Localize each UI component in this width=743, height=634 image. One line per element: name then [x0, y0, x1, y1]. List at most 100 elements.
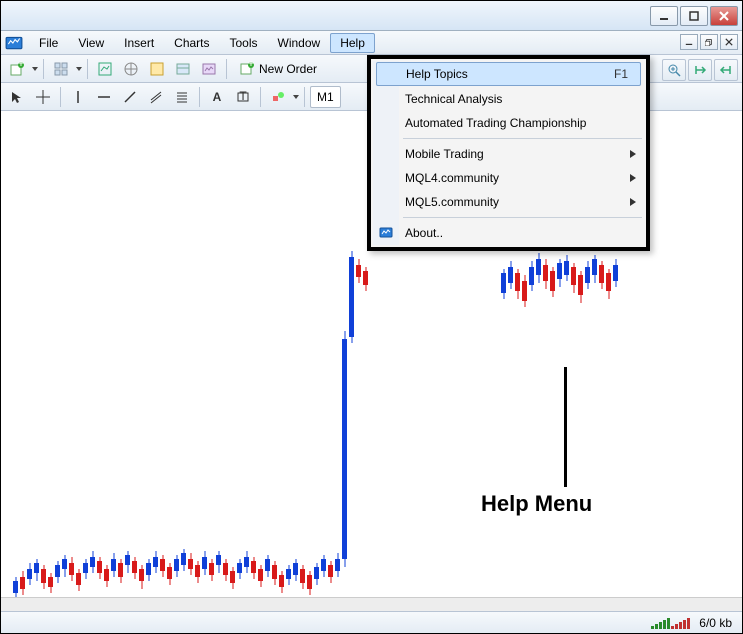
connection-indicator-icon: [651, 617, 691, 629]
menu-charts[interactable]: Charts: [164, 33, 219, 53]
text-tool[interactable]: A: [205, 86, 229, 108]
candlestick: [174, 111, 179, 611]
candlestick: [90, 111, 95, 611]
zoom-in-button[interactable]: [662, 59, 686, 81]
candlestick: [349, 111, 354, 611]
menubar: File View Insert Charts Tools Window Hel…: [1, 31, 742, 55]
new-chart-button[interactable]: +: [5, 58, 29, 80]
window-maximize-button[interactable]: [680, 6, 708, 26]
channel-tool[interactable]: [144, 86, 168, 108]
shapes-tool[interactable]: [266, 86, 290, 108]
toolbar-sep: [60, 87, 61, 107]
new-chart-dropdown[interactable]: [31, 58, 38, 80]
toolbar-sep: [260, 87, 261, 107]
app-window: File View Insert Charts Tools Window Hel…: [0, 0, 743, 634]
toolbar-sep: [226, 59, 227, 79]
chart-timeline-strip: [1, 597, 742, 611]
candlestick: [237, 111, 242, 611]
candlestick: [153, 111, 158, 611]
menu-tools[interactable]: Tools: [220, 33, 268, 53]
menu-insert[interactable]: Insert: [114, 33, 164, 53]
candlestick: [27, 111, 32, 611]
dropdown-separator: [403, 217, 642, 218]
candlestick: [286, 111, 291, 611]
candlestick: [76, 111, 81, 611]
help-menu-item[interactable]: Automated Trading Championship: [373, 111, 644, 135]
help-menu-item[interactable]: Technical Analysis: [373, 87, 644, 111]
candlestick: [20, 111, 25, 611]
right-tools: [662, 59, 738, 81]
mdi-minimize-button[interactable]: [680, 34, 698, 50]
candlestick: [62, 111, 67, 611]
help-menu-item[interactable]: Mobile Trading: [373, 142, 644, 166]
mdi-close-button[interactable]: [720, 34, 738, 50]
menu-file[interactable]: File: [29, 33, 68, 53]
shapes-dropdown[interactable]: [292, 86, 299, 108]
menu-shortcut: F1: [614, 67, 628, 81]
candlestick: [34, 111, 39, 611]
candlestick: [230, 111, 235, 611]
candlestick: [13, 111, 18, 611]
trendline-tool[interactable]: [118, 86, 142, 108]
candlestick: [300, 111, 305, 611]
text-label-tool[interactable]: T: [231, 86, 255, 108]
strategy-tester-button[interactable]: [197, 58, 221, 80]
candlestick: [328, 111, 333, 611]
help-menu-item[interactable]: MQL4.community: [373, 166, 644, 190]
help-menu-item-label: Automated Trading Championship: [405, 116, 586, 130]
svg-text:+: +: [247, 61, 254, 70]
help-dropdown-menu: Help Topics F1 Technical Analysis Automated…: [367, 55, 650, 251]
statusbar: 6/0 kb: [1, 611, 742, 633]
help-menu-item-label: Help Topics: [406, 67, 468, 81]
help-menu-item[interactable]: About..: [373, 221, 644, 245]
new-order-button[interactable]: + New Order: [232, 58, 324, 80]
profiles-dropdown[interactable]: [75, 58, 82, 80]
menu-help[interactable]: Help: [330, 33, 375, 53]
profiles-button[interactable]: [49, 58, 73, 80]
fibonacci-tool[interactable]: [170, 86, 194, 108]
window-minimize-button[interactable]: [650, 6, 678, 26]
vertical-line-tool[interactable]: [66, 86, 90, 108]
timeframe-selector[interactable]: M1: [310, 86, 341, 108]
submenu-arrow-icon: [630, 147, 636, 161]
terminal-button[interactable]: [171, 58, 195, 80]
new-order-label: New Order: [259, 62, 317, 76]
help-menu-item[interactable]: MQL5.community: [373, 190, 644, 214]
help-menu-item-label: Mobile Trading: [405, 147, 484, 161]
candlestick: [202, 111, 207, 611]
crosshair-tool[interactable]: [31, 86, 55, 108]
navigator-button[interactable]: [119, 58, 143, 80]
candlestick: [216, 111, 221, 611]
submenu-arrow-icon: [630, 195, 636, 209]
market-watch-button[interactable]: [93, 58, 117, 80]
candlestick: [132, 111, 137, 611]
app-icon: [5, 34, 23, 52]
candlestick: [258, 111, 263, 611]
mdi-restore-button[interactable]: [700, 34, 718, 50]
cursor-tool[interactable]: [5, 86, 29, 108]
candlestick: [188, 111, 193, 611]
help-menu-item-label: MQL5.community: [405, 195, 499, 209]
connection-text: 6/0 kb: [699, 616, 732, 630]
candlestick: [97, 111, 102, 611]
window-close-button[interactable]: [710, 6, 738, 26]
candlestick: [118, 111, 123, 611]
auto-scroll-button[interactable]: [688, 59, 712, 81]
candlestick: [279, 111, 284, 611]
candlestick: [356, 111, 361, 611]
candlestick: [272, 111, 277, 611]
candlestick: [335, 111, 340, 611]
candlestick: [244, 111, 249, 611]
menu-view[interactable]: View: [68, 33, 114, 53]
toolbar-sep: [43, 59, 44, 79]
candlestick: [223, 111, 228, 611]
help-menu-item-label: About..: [405, 226, 443, 240]
horizontal-line-tool[interactable]: [92, 86, 116, 108]
help-menu-item-label: MQL4.community: [405, 171, 499, 185]
candlestick: [83, 111, 88, 611]
chart-shift-button[interactable]: [714, 59, 738, 81]
candlestick: [342, 111, 347, 611]
menu-window[interactable]: Window: [268, 33, 331, 53]
help-menu-item[interactable]: Help Topics F1: [376, 62, 641, 86]
data-window-button[interactable]: [145, 58, 169, 80]
